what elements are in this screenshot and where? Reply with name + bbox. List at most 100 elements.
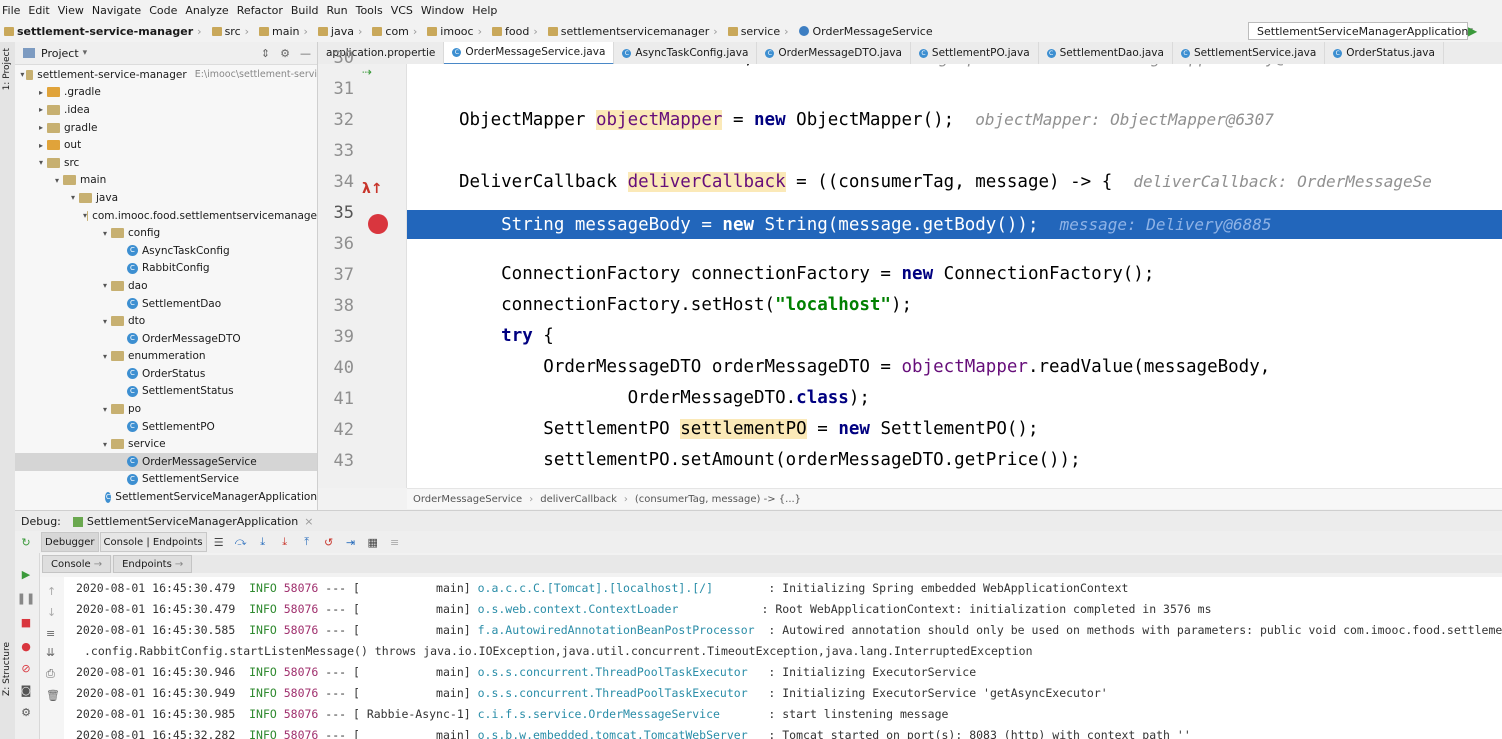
tree-item[interactable]: ▸ gradle	[15, 119, 317, 137]
tab-console[interactable]: Console →	[42, 555, 112, 573]
trash-icon[interactable]: 🗑	[46, 689, 64, 702]
drop-frame-icon[interactable]: ↺	[322, 535, 336, 549]
scroll-down-icon[interactable]: ↓	[47, 606, 64, 619]
tree-item[interactable]: C AsyncTaskConfig	[15, 242, 317, 260]
hide-icon[interactable]: —	[300, 47, 311, 60]
tab-endpoints[interactable]: Endpoints →	[113, 555, 193, 573]
tree-item[interactable]: ▾ dao	[15, 277, 317, 295]
menu-item-navigate[interactable]: Navigate	[90, 4, 147, 17]
pause-icon[interactable]: ❚❚	[17, 591, 35, 605]
project-tool-tab[interactable]: 1: Project	[2, 48, 12, 90]
rerun-icon[interactable]: ↻	[19, 535, 33, 549]
project-title[interactable]: Project	[41, 47, 79, 60]
nav-crumb[interactable]: imooc ›	[423, 25, 482, 38]
nav-crumb[interactable]: settlement-service-manager ›	[0, 25, 202, 38]
tree-item[interactable]: C SettlementStatus	[15, 383, 317, 401]
stop-icon[interactable]: ■	[19, 615, 33, 629]
chevron-down-icon[interactable]: ▾	[99, 229, 111, 238]
chevron-down-icon[interactable]: ▾	[35, 158, 47, 167]
tree-item[interactable]: C SettlementDao	[15, 295, 317, 313]
evaluate-icon[interactable]: ▦	[366, 535, 380, 549]
console-output[interactable]: 2020-08-01 16:45:30.479 INFO 58076 --- […	[64, 577, 1502, 739]
menu-item-help[interactable]: Help	[470, 4, 503, 17]
chevron-down-icon[interactable]: ▾	[99, 317, 111, 326]
menu-item-view[interactable]: View	[56, 4, 90, 17]
soft-wrap-icon[interactable]: ≡	[46, 627, 64, 640]
tree-item[interactable]: C OrderMessageDTO	[15, 330, 317, 348]
chevron-down-icon[interactable]: ▾	[51, 176, 63, 185]
tree-item[interactable]: ▾ po	[15, 400, 317, 418]
tree-item[interactable]: ▸ .idea	[15, 101, 317, 119]
gear-icon[interactable]: ⚙	[280, 47, 290, 60]
nav-crumb[interactable]: food ›	[488, 25, 538, 38]
run-configuration-select[interactable]: SettlementServiceManagerApplication ▾	[1248, 22, 1473, 40]
editor-tab[interactable]: C SettlementService.java	[1173, 42, 1326, 64]
tree-item[interactable]: C SettlementServiceManagerApplication	[15, 488, 317, 506]
collapse-all-icon[interactable]: ⇕	[261, 47, 270, 60]
menu-item-window[interactable]: Window	[419, 4, 470, 17]
tree-item[interactable]: ▾ config	[15, 224, 317, 242]
editor-tab[interactable]: C AsyncTaskConfig.java	[614, 42, 758, 64]
breakpoint-icon[interactable]	[368, 214, 388, 234]
nav-crumb[interactable]: OrderMessageService	[795, 25, 933, 38]
chevron-down-icon[interactable]: ▾	[19, 70, 26, 79]
editor-tab[interactable]: C OrderMessageService.java	[444, 42, 615, 64]
view-breakpoints-icon[interactable]: ●	[19, 639, 33, 653]
tree-item[interactable]: ▾ com.imooc.food.settlementservicemanage	[15, 207, 317, 225]
menu-item-analyze[interactable]: Analyze	[183, 4, 234, 17]
menu-item-refactor[interactable]: Refactor	[235, 4, 289, 17]
tree-item[interactable]: C OrderStatus	[15, 365, 317, 383]
tree-item[interactable]: ▾ src	[15, 154, 317, 172]
close-icon[interactable]: ×	[304, 515, 313, 528]
scroll-up-icon[interactable]: ↑	[47, 585, 64, 598]
editor-tab[interactable]: C SettlementDao.java	[1039, 42, 1173, 64]
menu-icon[interactable]: ☰	[212, 535, 226, 549]
menu-item-code[interactable]: Code	[147, 4, 183, 17]
nav-crumb[interactable]: service ›	[724, 25, 789, 38]
nav-crumb[interactable]: main ›	[255, 25, 308, 38]
chevron-down-icon[interactable]: ▾	[67, 193, 79, 202]
editor-breadcrumb-item[interactable]: (consumerTag, message) -> {...}	[635, 494, 801, 505]
camera-icon[interactable]: ◙	[19, 683, 33, 697]
step-into-icon[interactable]: ⤓	[256, 535, 270, 549]
run-to-cursor-icon[interactable]: ⇥	[344, 535, 358, 549]
tab-console-endpoints[interactable]: Console | Endpoints	[99, 532, 207, 552]
nav-crumb[interactable]: settlementservicemanager ›	[544, 25, 718, 38]
tree-item[interactable]: ▾ java	[15, 189, 317, 207]
run-icon[interactable]: ▶	[1468, 24, 1477, 38]
chevron-right-icon[interactable]: ▸	[35, 88, 47, 97]
chevron-down-icon[interactable]: ▾	[83, 48, 88, 58]
code-editor[interactable]: SettlementDao settlementDao; settlementD…	[407, 64, 1502, 488]
editor-breadcrumb-item[interactable]: OrderMessageService	[413, 494, 522, 505]
step-out-icon[interactable]: ⤒	[300, 535, 314, 549]
nav-crumb[interactable]: src ›	[208, 25, 249, 38]
settings-icon[interactable]: ⚙	[19, 705, 33, 719]
mute-breakpoints-icon[interactable]: ⊘	[19, 661, 33, 675]
debug-session-tab[interactable]: SettlementServiceManagerApplication ×	[72, 515, 313, 528]
chevron-right-icon[interactable]: ▸	[35, 123, 47, 132]
resume-icon[interactable]: ▶	[19, 567, 33, 581]
implement-marker-icon[interactable]: ⇢	[362, 65, 372, 79]
tree-item[interactable]: ▾ main	[15, 172, 317, 190]
tree-item[interactable]: ▾ enummeration	[15, 348, 317, 366]
tree-item[interactable]: ▾ settlement-service-manager E:\imooc\sett…	[15, 66, 317, 84]
tree-item[interactable]: C RabbitConfig	[15, 260, 317, 278]
override-marker-icon[interactable]: λ↑	[362, 181, 383, 197]
chevron-down-icon[interactable]: ▾	[99, 405, 111, 414]
tree-item[interactable]: C OrderMessageService	[15, 453, 317, 471]
scroll-end-icon[interactable]: ⇊	[46, 646, 64, 659]
structure-tool-tab[interactable]: Z: Structure	[2, 642, 12, 696]
tree-item[interactable]: C SettlementService	[15, 471, 317, 489]
chevron-right-icon[interactable]: ▸	[35, 105, 47, 114]
tree-item[interactable]: C SettlementPO	[15, 418, 317, 436]
editor-tab[interactable]: C OrderStatus.java	[1325, 42, 1444, 64]
step-over-icon[interactable]: ⤼	[234, 535, 248, 549]
chevron-down-icon[interactable]: ▾	[99, 281, 111, 290]
tree-item[interactable]: ▸ .gradle	[15, 84, 317, 102]
menu-item-vcs[interactable]: VCS	[389, 4, 419, 17]
tree-item[interactable]: ▸ out	[15, 136, 317, 154]
chevron-down-icon[interactable]: ▾	[99, 440, 111, 449]
editor-tab[interactable]: C OrderMessageDTO.java	[757, 42, 911, 64]
nav-crumb[interactable]: com ›	[368, 25, 417, 38]
print-icon[interactable]: ⎙	[46, 667, 64, 681]
